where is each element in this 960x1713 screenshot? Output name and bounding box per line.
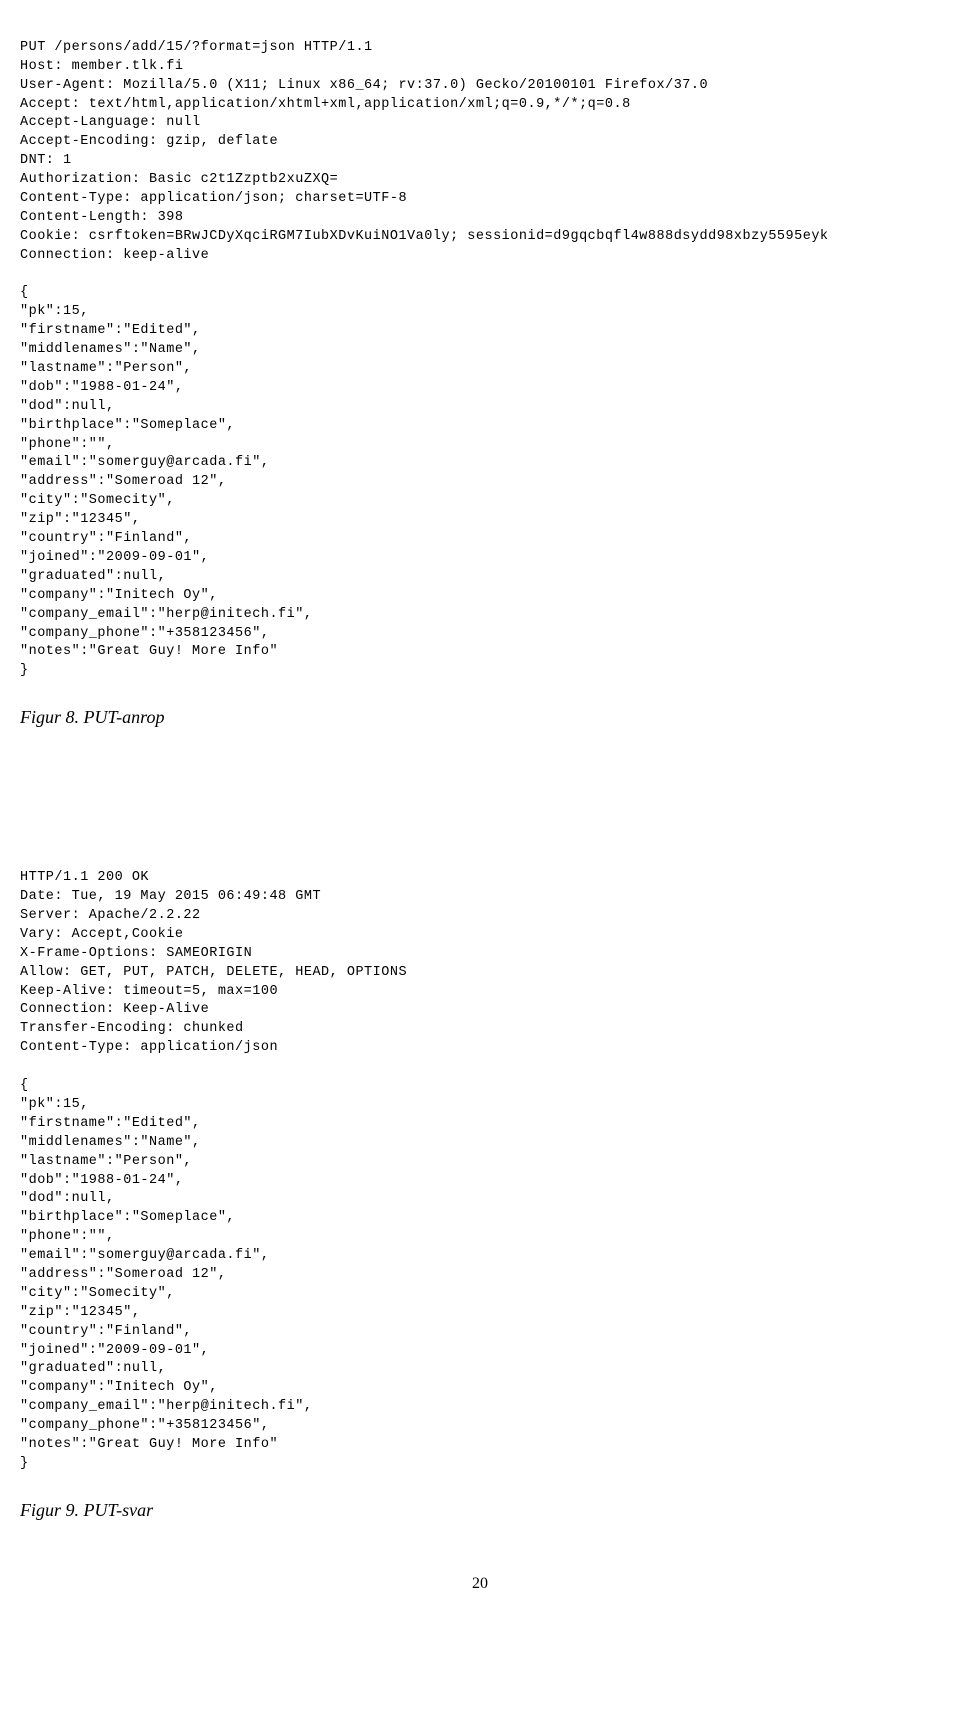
request-header-accept: Accept: text/html,application/xhtml+xml,… — [20, 97, 631, 112]
response-body-birthplace: "birthplace":"Someplace", — [20, 1210, 235, 1225]
response-body-dod: "dod":null, — [20, 1191, 115, 1206]
response-body-company-phone: "company_phone":"+358123456", — [20, 1418, 269, 1433]
response-body-city: "city":"Somecity", — [20, 1286, 175, 1301]
request-header-accept-encoding: Accept-Encoding: gzip, deflate — [20, 134, 278, 149]
response-status-line: HTTP/1.1 200 OK — [20, 870, 149, 885]
response-body-zip: "zip":"12345", — [20, 1305, 140, 1320]
request-body-joined: "joined":"2009-09-01", — [20, 550, 209, 565]
request-header-accept-language: Accept-Language: null — [20, 115, 201, 130]
request-header-authorization: Authorization: Basic c2t1Zzptb2xuZXQ= — [20, 172, 338, 187]
response-header-x-frame-options: X-Frame-Options: SAMEORIGIN — [20, 946, 252, 961]
response-body-country: "country":"Finland", — [20, 1324, 192, 1339]
request-body-lastname: "lastname":"Person", — [20, 361, 192, 376]
request-body-middlenames: "middlenames":"Name", — [20, 342, 201, 357]
response-body-dob: "dob":"1988-01-24", — [20, 1173, 183, 1188]
request-body-company: "company":"Initech Oy", — [20, 588, 218, 603]
response-body-company: "company":"Initech Oy", — [20, 1380, 218, 1395]
page-number: 20 — [20, 1573, 940, 1595]
figure-caption-9: Figur 9. PUT-svar — [20, 1498, 940, 1523]
figure-caption-8: Figur 8. PUT-anrop — [20, 705, 940, 730]
request-body-email: "email":"somerguy@arcada.fi", — [20, 455, 269, 470]
request-header-content-length: Content-Length: 398 — [20, 210, 183, 225]
response-body-address: "address":"Someroad 12", — [20, 1267, 226, 1282]
request-body-dob: "dob":"1988-01-24", — [20, 380, 183, 395]
response-body-phone: "phone":"", — [20, 1229, 115, 1244]
request-header-content-type: Content-Type: application/json; charset=… — [20, 191, 407, 206]
response-header-keep-alive: Keep-Alive: timeout=5, max=100 — [20, 984, 278, 999]
request-header-dnt: DNT: 1 — [20, 153, 72, 168]
request-body-firstname: "firstname":"Edited", — [20, 323, 201, 338]
response-header-content-type: Content-Type: application/json — [20, 1040, 278, 1055]
request-header-connection: Connection: keep-alive — [20, 248, 209, 263]
response-header-date: Date: Tue, 19 May 2015 06:49:48 GMT — [20, 889, 321, 904]
request-body-company-phone: "company_phone":"+358123456", — [20, 626, 269, 641]
request-body-country: "country":"Finland", — [20, 531, 192, 546]
request-body-notes: "notes":"Great Guy! More Info" — [20, 644, 278, 659]
response-header-transfer-encoding: Transfer-Encoding: chunked — [20, 1021, 244, 1036]
request-body-pk: "pk":15, — [20, 304, 89, 319]
response-body-open: { — [20, 1078, 29, 1093]
request-body-graduated: "graduated":null, — [20, 569, 166, 584]
request-body-company-email: "company_email":"herp@initech.fi", — [20, 607, 312, 622]
response-header-vary: Vary: Accept,Cookie — [20, 927, 183, 942]
response-body-middlenames: "middlenames":"Name", — [20, 1135, 201, 1150]
request-body-birthplace: "birthplace":"Someplace", — [20, 418, 235, 433]
request-body-address: "address":"Someroad 12", — [20, 474, 226, 489]
response-body-close: } — [20, 1456, 29, 1471]
http-response-headers: HTTP/1.1 200 OK Date: Tue, 19 May 2015 0… — [20, 850, 940, 1473]
http-request-headers: PUT /persons/add/15/?format=json HTTP/1.… — [20, 20, 940, 681]
response-body-email: "email":"somerguy@arcada.fi", — [20, 1248, 269, 1263]
request-line: PUT /persons/add/15/?format=json HTTP/1.… — [20, 40, 373, 55]
request-body-open: { — [20, 285, 29, 300]
response-header-connection: Connection: Keep-Alive — [20, 1002, 209, 1017]
response-header-allow: Allow: GET, PUT, PATCH, DELETE, HEAD, OP… — [20, 965, 407, 980]
response-header-server: Server: Apache/2.2.22 — [20, 908, 201, 923]
response-body-notes: "notes":"Great Guy! More Info" — [20, 1437, 278, 1452]
request-body-phone: "phone":"", — [20, 437, 115, 452]
response-body-company-email: "company_email":"herp@initech.fi", — [20, 1399, 312, 1414]
request-body-close: } — [20, 663, 29, 678]
request-header-host: Host: member.tlk.fi — [20, 59, 183, 74]
response-body-graduated: "graduated":null, — [20, 1361, 166, 1376]
response-body-lastname: "lastname":"Person", — [20, 1154, 192, 1169]
response-body-firstname: "firstname":"Edited", — [20, 1116, 201, 1131]
request-body-dod: "dod":null, — [20, 399, 115, 414]
request-header-user-agent: User-Agent: Mozilla/5.0 (X11; Linux x86_… — [20, 78, 708, 93]
response-body-pk: "pk":15, — [20, 1097, 89, 1112]
request-body-zip: "zip":"12345", — [20, 512, 140, 527]
response-body-joined: "joined":"2009-09-01", — [20, 1343, 209, 1358]
request-header-cookie: Cookie: csrftoken=BRwJCDyXqciRGM7IubXDvK… — [20, 229, 829, 244]
request-body-city: "city":"Somecity", — [20, 493, 175, 508]
